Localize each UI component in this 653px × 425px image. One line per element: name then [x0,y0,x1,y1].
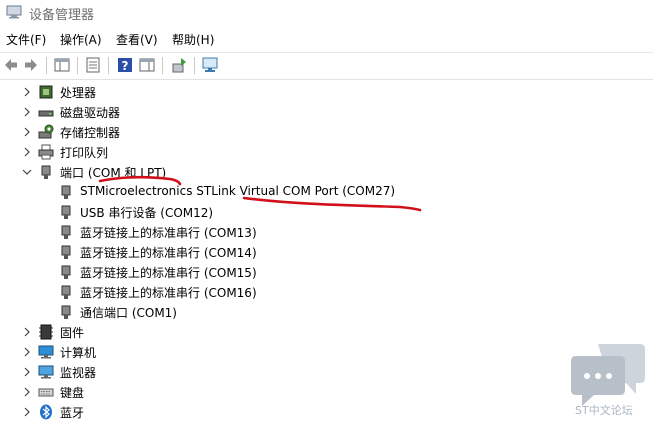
tree-item-label: 固件 [60,326,85,340]
tree-item-ports[interactable]: 端口 (COM 和 LPT) [0,162,560,182]
svg-text:?: ? [122,59,129,73]
tree-item-firmware[interactable]: 固件 [0,322,560,342]
device-manager-app-icon [6,5,22,19]
storage-controller-icon [38,124,54,139]
port-icon [61,265,71,279]
chevron-right-icon[interactable] [21,346,33,358]
tree-item-print-queues[interactable]: 打印队列 [0,142,560,162]
menu-bar: 文件(F) 操作(A) 查看(V) 帮助(H) [0,28,653,50]
tree-item-label: USB 串行设备 (COM12) [80,206,214,220]
device-tree: 处理器 磁盘驱动器 存储控制器 打印队列 端口 (COM 和 LPT) STMi… [0,80,653,425]
tree-item-bluetooth[interactable]: 蓝牙 [0,402,560,422]
toolbar: ? [0,52,653,80]
tree-item-label: 打印队列 [60,146,109,160]
tree-item-storage-controllers[interactable]: 存储控制器 [0,122,560,142]
tree-item-label: 端口 (COM 和 LPT) [60,166,167,180]
tree-item-label: 蓝牙链接上的标准串行 (COM16) [80,286,257,300]
chevron-right-icon[interactable] [21,146,33,158]
chevron-right-icon[interactable] [21,106,33,118]
tree-item-label: 磁盘驱动器 [60,106,121,120]
scan-hardware-icon[interactable] [201,56,219,74]
tree-item-label: 蓝牙链接上的标准串行 (COM15) [80,266,257,280]
bluetooth-icon [40,404,52,420]
processor-icon [39,85,53,99]
port-icon [41,165,51,179]
port-icon [61,245,71,259]
port-icon [61,285,71,299]
chevron-right-icon[interactable] [21,406,33,418]
forward-icon[interactable] [22,56,40,74]
keyboard-icon [38,388,54,397]
tree-item-disk-drives[interactable]: 磁盘驱动器 [0,102,560,122]
chevron-right-icon[interactable] [21,366,33,378]
menu-file[interactable]: 文件(F) [6,31,46,48]
help-icon[interactable]: ? [116,56,134,74]
port-icon [61,225,71,239]
tree-item-port-com13[interactable]: 蓝牙链接上的标准串行 (COM13) [0,222,560,242]
chevron-right-icon[interactable] [21,86,33,98]
disk-drive-icon [38,110,54,117]
tree-item-port-com15[interactable]: 蓝牙链接上的标准串行 (COM15) [0,262,560,282]
properties-icon[interactable] [84,56,102,74]
tree-item-label: 通信端口 (COM1) [80,306,177,320]
chevron-right-icon[interactable] [21,326,33,338]
tree-item-port-com16[interactable]: 蓝牙链接上的标准串行 (COM16) [0,282,560,302]
tree-item-label: 计算机 [60,346,97,360]
tree-item-label: 蓝牙链接上的标准串行 (COM13) [80,226,257,240]
port-icon [61,305,71,319]
tree-item-computer[interactable]: 计算机 [0,342,560,362]
tree-item-label: STMicroelectronics STLink Virtual COM Po… [80,184,396,198]
show-hide-tree-icon[interactable] [53,56,71,74]
tree-item-port-com27[interactable]: STMicroelectronics STLink Virtual COM Po… [0,182,560,202]
port-icon [61,205,71,219]
computer-icon [38,345,54,359]
printer-icon [38,144,54,160]
tree-item-label: 蓝牙 [60,406,85,420]
chevron-right-icon[interactable] [21,386,33,398]
tree-item-label: 监视器 [60,366,97,380]
back-icon[interactable] [2,56,20,74]
menu-view[interactable]: 查看(V) [116,31,158,48]
watermark-text: ST中文论坛 [575,404,633,417]
chevron-right-icon[interactable] [21,126,33,138]
tree-item-monitors[interactable]: 监视器 [0,362,560,382]
monitor-icon [38,365,54,379]
menu-action[interactable]: 操作(A) [60,31,102,48]
firmware-icon [39,324,53,340]
tree-item-port-com1[interactable]: 通信端口 (COM1) [0,302,560,322]
chevron-down-icon[interactable] [21,166,33,178]
action-pane-icon[interactable] [138,56,156,74]
menu-help[interactable]: 帮助(H) [172,31,214,48]
tree-item-port-com14[interactable]: 蓝牙链接上的标准串行 (COM14) [0,242,560,262]
window-title: 设备管理器 [29,8,95,23]
tree-item-processor[interactable]: 处理器 [0,82,560,102]
tree-item-port-com12[interactable]: USB 串行设备 (COM12) [0,202,560,222]
tree-item-keyboards[interactable]: 键盘 [0,382,560,402]
title-bar: 设备管理器 [0,0,653,26]
tree-item-label: 处理器 [60,86,97,100]
tree-item-label: 键盘 [60,386,85,400]
update-driver-icon[interactable] [170,56,188,74]
tree-item-label: 蓝牙链接上的标准串行 (COM14) [80,246,257,260]
tree-item-label: 存储控制器 [60,126,121,140]
port-icon [61,185,71,199]
